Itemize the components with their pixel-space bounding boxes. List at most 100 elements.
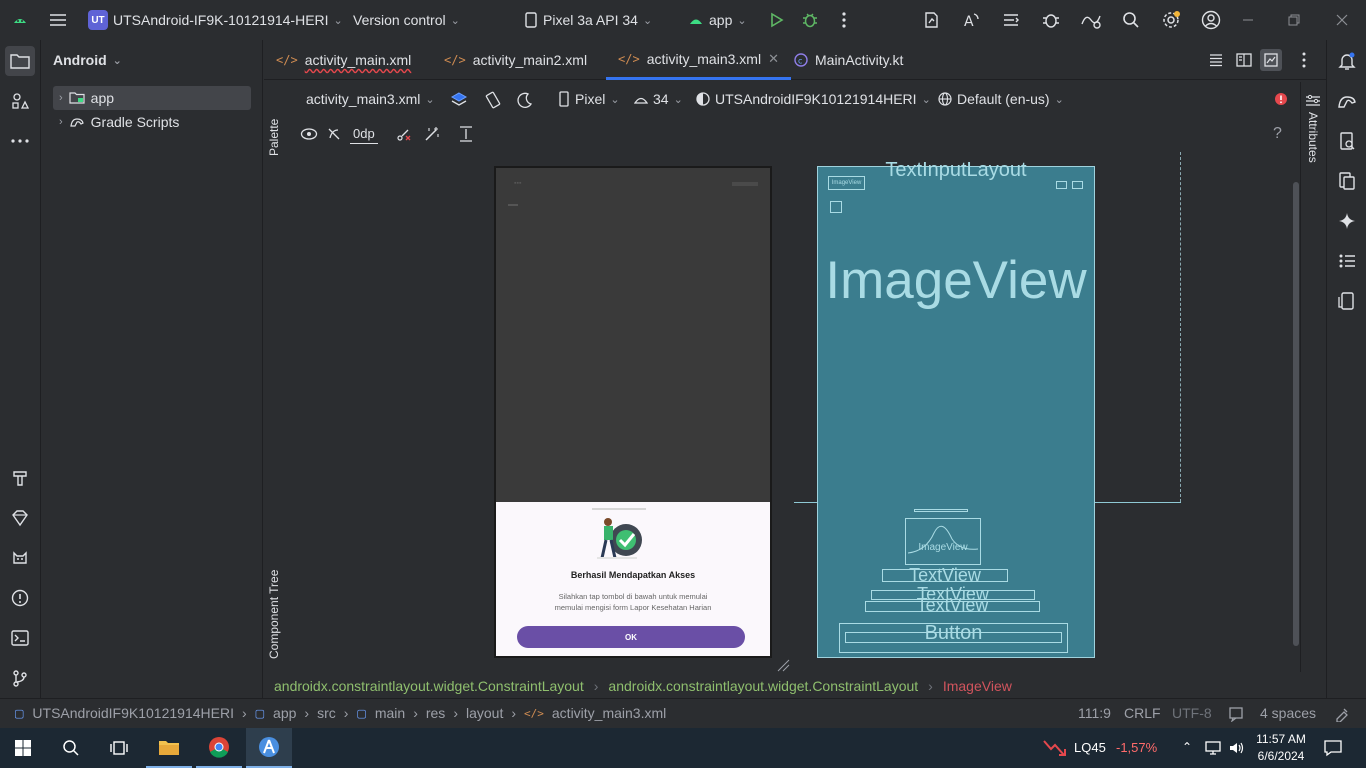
orientation-icon[interactable] (484, 91, 502, 109)
taskbar-search-icon[interactable] (48, 728, 94, 768)
more-tools-icon[interactable] (5, 126, 35, 156)
more-actions-icon[interactable] (832, 8, 856, 32)
main-menu-icon[interactable] (48, 10, 68, 30)
notification-center-icon[interactable] (1324, 739, 1342, 757)
locale-selector[interactable]: Default (en-us) ⌄ (932, 84, 1070, 114)
blueprint-textview-3[interactable]: TextView (865, 596, 1040, 614)
blueprint-imageview-large[interactable]: ImageView (818, 251, 1094, 311)
blueprint-textview-1[interactable]: TextView (882, 566, 1008, 584)
breadcrumb-item[interactable]: androidx.constraintlayout.widget.Constra… (274, 678, 584, 694)
profiler-icon[interactable] (999, 8, 1023, 32)
search-icon[interactable] (1119, 8, 1143, 32)
run-icon[interactable] (764, 8, 788, 32)
tab-activity-main[interactable]: </> activity_main.xml (264, 40, 423, 80)
night-mode-icon[interactable] (516, 91, 534, 109)
canvas-scrollbar[interactable] (1293, 182, 1299, 646)
android-studio-logo-icon[interactable] (10, 10, 30, 30)
tab-activity-main3[interactable]: </> activity_main3.xml ✕ (606, 40, 791, 80)
gradle-tool-icon[interactable] (1332, 86, 1362, 116)
code-view-icon[interactable] (1208, 52, 1224, 68)
debug-icon[interactable] (798, 8, 822, 32)
split-view-icon[interactable] (1236, 52, 1252, 68)
attributes-icon[interactable] (1305, 94, 1321, 108)
path-segment[interactable]: main (375, 705, 405, 721)
version-control-menu[interactable]: Version control ⌄ (347, 5, 466, 35)
network-icon[interactable] (1204, 740, 1222, 756)
running-devices-icon[interactable] (1332, 166, 1362, 196)
theme-selector[interactable]: UTSAndroidIF9K10121914HERI ⌄ (690, 84, 937, 114)
path-segment[interactable]: UTSAndroidIF9K10121914HERI (32, 705, 234, 721)
structure-icon[interactable] (1332, 246, 1362, 276)
blueprint-view[interactable]: ImageView TextInputLayout ImageView Imag… (817, 159, 1095, 658)
tree-item-gradle-scripts[interactable]: › Gradle Scripts (53, 110, 251, 134)
file-explorer-icon[interactable] (146, 728, 192, 768)
android-studio-taskbar-icon[interactable] (246, 728, 292, 768)
close-icon[interactable] (1330, 8, 1354, 32)
design-canvas[interactable] (288, 152, 1300, 672)
account-icon[interactable] (1199, 8, 1223, 32)
notifications-icon[interactable] (1332, 46, 1362, 76)
stock-change[interactable]: -1,57% (1116, 740, 1157, 755)
apply-changes-icon[interactable]: A (959, 8, 983, 32)
tab-activity-main2[interactable]: </> activity_main2.xml (432, 40, 599, 80)
preview-device-selector[interactable]: Pixel ⌄ (552, 84, 626, 114)
design-preview[interactable]: ▪▪▪ Berhasil Mendapatkan Akses Silahkan … (494, 166, 772, 658)
line-separator[interactable]: CRLF (1124, 705, 1161, 721)
device-file-explorer-icon[interactable] (1332, 126, 1362, 156)
logcat-icon[interactable] (5, 543, 35, 573)
error-indicator-icon[interactable] (1274, 92, 1288, 106)
help-icon[interactable]: ? (1273, 125, 1282, 143)
infer-constraints-icon[interactable] (424, 126, 440, 142)
tree-item-app[interactable]: › app (53, 86, 251, 110)
breadcrumb-item[interactable]: androidx.constraintlayout.widget.Constra… (608, 678, 918, 694)
device-selector[interactable]: Pixel 3a API 34 ⌄ (518, 5, 658, 35)
minimize-icon[interactable] (1236, 8, 1260, 32)
resource-manager-icon[interactable] (5, 86, 35, 116)
tab-mainactivity[interactable]: c MainActivity.kt (782, 40, 915, 80)
component-tree-tab[interactable]: Component Tree (264, 545, 288, 663)
run-config-selector[interactable]: app ⌄ (682, 5, 753, 35)
guidelines-icon[interactable] (458, 125, 474, 143)
blueprint-textinputlayout[interactable]: TextInputLayout (818, 159, 1094, 182)
problems-icon[interactable] (5, 583, 35, 613)
tab-options-icon[interactable] (1302, 52, 1306, 68)
task-view-icon[interactable] (96, 728, 142, 768)
indent-setting[interactable]: 4 spaces (1260, 705, 1316, 721)
project-view-selector[interactable]: Android ⌄ (41, 40, 262, 80)
api-level-selector[interactable]: 34 ⌄ (628, 84, 689, 114)
stock-chart-icon[interactable] (1042, 737, 1068, 759)
design-view-icon[interactable] (1260, 49, 1282, 71)
emulator-icon[interactable] (1332, 286, 1362, 316)
readonly-toggle-icon[interactable] (1228, 706, 1244, 722)
project-tool-icon[interactable] (5, 46, 35, 76)
ok-button[interactable]: OK (517, 626, 745, 648)
breadcrumb-item-current[interactable]: ImageView (943, 678, 1012, 694)
sync-gradle-icon[interactable] (919, 8, 943, 32)
chrome-icon[interactable] (196, 728, 242, 768)
resize-handle-icon[interactable] (776, 658, 790, 672)
palette-tab[interactable]: Palette (264, 82, 288, 160)
tray-expand-icon[interactable]: ⌃ (1182, 740, 1192, 754)
restore-icon[interactable] (1282, 8, 1306, 32)
clear-constraints-icon[interactable] (396, 126, 412, 142)
project-selector[interactable]: UT UTSAndroid-IF9K-10121914-HERI ⌄ (82, 5, 349, 35)
file-encoding[interactable]: UTF-8 (1172, 705, 1212, 721)
autoconnect-icon[interactable] (326, 126, 342, 142)
attributes-tab[interactable]: Attributes (1306, 112, 1320, 172)
path-segment[interactable]: res (426, 705, 445, 721)
caret-position[interactable]: 111:9 (1078, 705, 1111, 721)
path-segment[interactable]: src (317, 705, 336, 721)
design-surface-icon[interactable] (450, 91, 468, 109)
view-options-icon[interactable] (300, 126, 318, 142)
bug-report-icon[interactable] (1039, 8, 1063, 32)
stock-name[interactable]: LQ45 (1074, 740, 1106, 755)
volume-icon[interactable] (1228, 740, 1246, 756)
blueprint-button[interactable]: Button (839, 622, 1068, 653)
blueprint-imageview[interactable]: ImageView (905, 518, 981, 565)
windows-start-icon[interactable] (0, 728, 46, 768)
path-segment[interactable]: layout (466, 705, 503, 721)
build-icon[interactable] (5, 463, 35, 493)
layout-file-selector[interactable]: activity_main3.xml ⌄ (300, 84, 441, 114)
file-lock-icon[interactable] (1334, 706, 1350, 722)
path-segment[interactable]: activity_main3.xml (552, 705, 666, 721)
